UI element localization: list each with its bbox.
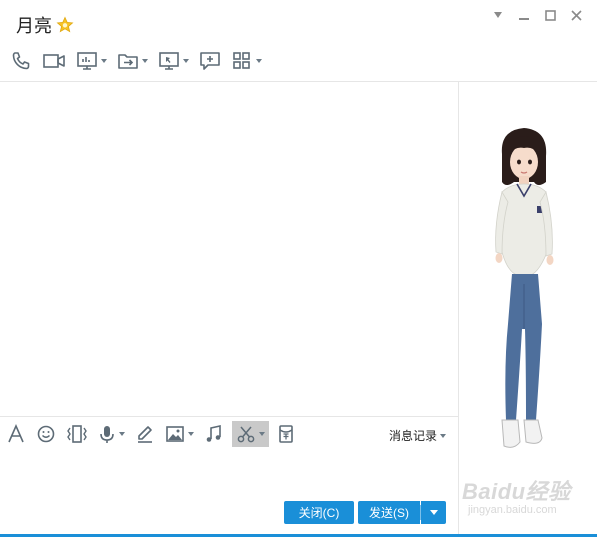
handwriting-button[interactable] — [133, 421, 157, 447]
microphone-icon — [100, 426, 114, 443]
emoji-button[interactable] — [34, 421, 58, 447]
file-transfer-icon — [118, 54, 138, 69]
dropdown-arrow-icon — [119, 432, 125, 436]
contact-show-avatar — [480, 124, 572, 464]
maximize-icon[interactable] — [537, 6, 563, 24]
remote-desktop-button[interactable] — [156, 48, 191, 74]
screen-share-button[interactable] — [74, 48, 109, 74]
apps-button[interactable] — [229, 48, 264, 74]
close-button[interactable]: 关闭(C) — [284, 501, 354, 524]
close-button-label: 关闭(C) — [298, 506, 340, 520]
screenshot-button[interactable] — [232, 421, 269, 447]
message-input[interactable] — [0, 450, 458, 496]
file-transfer-button[interactable] — [115, 48, 150, 74]
phone-icon — [12, 52, 30, 70]
dropdown-arrow-icon — [183, 59, 189, 63]
top-toolbar — [8, 48, 270, 74]
send-options-button[interactable] — [421, 501, 446, 524]
shake-icon — [67, 425, 87, 443]
shake-button[interactable] — [64, 421, 90, 447]
close-icon[interactable] — [563, 6, 589, 24]
red-packet-icon — [279, 425, 293, 443]
video-camera-icon — [43, 54, 65, 68]
dropdown-arrow-icon — [101, 59, 107, 63]
star-icon[interactable] — [56, 16, 74, 34]
dropdown-arrow-icon — [440, 433, 447, 438]
remote-desktop-icon — [159, 52, 179, 70]
scissors-icon — [237, 426, 255, 443]
send-button-label: 发送(S) — [369, 506, 409, 520]
panel-divider — [458, 82, 459, 537]
message-history-label: 消息记录 — [389, 429, 438, 443]
input-toolbar — [4, 421, 303, 447]
music-icon — [206, 425, 221, 442]
voice-call-button[interactable] — [8, 48, 34, 74]
video-call-button[interactable] — [40, 48, 68, 74]
add-chat-icon — [200, 52, 220, 70]
watermark-url: jingyan.baidu.com — [468, 504, 557, 516]
chat-window: 月亮 消息记录 关闭(C) 发送(S) Baidu经验 jingyan.baid… — [0, 0, 597, 537]
message-history-area[interactable] — [0, 82, 458, 416]
dropdown-arrow-icon — [259, 432, 265, 436]
font-icon — [8, 424, 24, 443]
watermark-logo: Baidu经验 — [462, 479, 571, 504]
image-icon — [166, 426, 184, 442]
chevron-down-icon — [429, 509, 438, 515]
send-button[interactable]: 发送(S) — [358, 501, 420, 524]
red-packet-button[interactable] — [275, 421, 297, 447]
chevron-down-icon[interactable] — [485, 6, 511, 24]
dropdown-arrow-icon — [188, 432, 194, 436]
send-image-button[interactable] — [163, 421, 196, 447]
add-chat-button[interactable] — [197, 48, 223, 74]
contact-name: 月亮 — [16, 16, 52, 36]
music-button[interactable] — [202, 421, 226, 447]
input-divider — [0, 416, 458, 417]
window-controls — [485, 6, 589, 24]
message-history-button[interactable]: 消息记录 — [389, 427, 447, 444]
font-button[interactable] — [4, 421, 28, 447]
emoji-icon — [37, 425, 55, 443]
apps-grid-icon — [233, 52, 250, 69]
watermark: Baidu经验 jingyan.baidu.com — [462, 474, 571, 516]
handwriting-icon — [138, 426, 152, 443]
dropdown-arrow-icon — [142, 59, 148, 63]
dropdown-arrow-icon — [256, 59, 262, 63]
minimize-icon[interactable] — [511, 6, 537, 24]
screen-share-icon — [77, 52, 97, 70]
contact-title: 月亮 — [16, 12, 74, 38]
voice-message-button[interactable] — [96, 421, 127, 447]
